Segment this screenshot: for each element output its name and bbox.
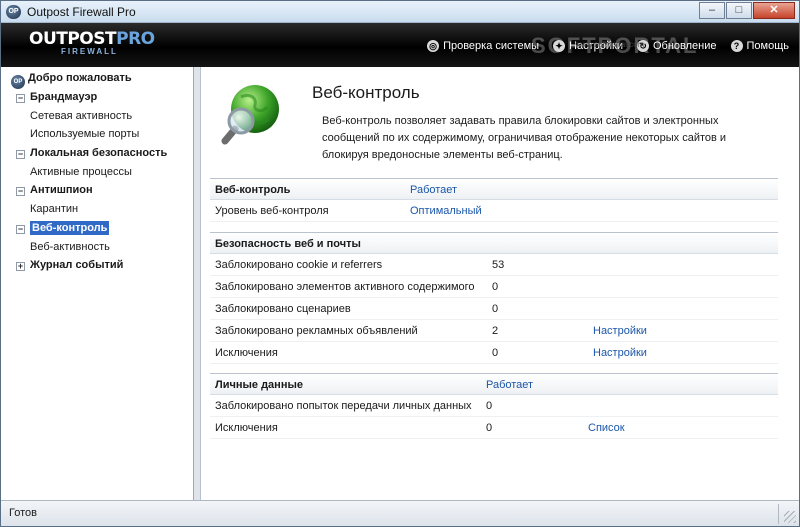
nav-item-welcome[interactable]: OP Добро пожаловать	[11, 69, 132, 89]
row-value: 0	[492, 281, 499, 293]
main-panel: Веб-контроль Веб-контроль позволяет зада…	[202, 67, 799, 500]
exclusions-settings-link[interactable]: Настройки	[593, 342, 647, 364]
table-row: Заблокировано элементов активного содерж…	[210, 276, 778, 298]
page-header: Веб-контроль Веб-контроль позволяет зада…	[202, 67, 799, 172]
section-title: Безопасность веб и почты	[215, 238, 361, 250]
nav-item-local-security[interactable]: − Локальная безопасность	[16, 144, 167, 162]
collapse-icon[interactable]: −	[16, 150, 25, 159]
status-separator	[778, 504, 779, 524]
toolbar: OUTPOSTPRO FIREWALL SOFTPORTAL ◎ Проверк…	[1, 23, 799, 67]
table-row: Заблокировано рекламных объявлений 2 Нас…	[210, 320, 778, 342]
product-logo: OUTPOSTPRO FIREWALL	[29, 29, 155, 56]
toolbar-scan-label: Проверка системы	[443, 40, 540, 52]
logo-text-accent: PRO	[116, 29, 155, 49]
app-window: OP Outpost Firewall Pro ‒ □ ✕ OUTPOSTPRO…	[0, 0, 800, 527]
section-web-control: Веб-контроль Работает Уровень веб-контро…	[210, 178, 778, 222]
nav-item-network-activity[interactable]: Сетевая активность	[30, 107, 132, 125]
row-value: 0	[492, 303, 499, 315]
close-button[interactable]: ✕	[753, 2, 795, 19]
nav-item-antispyware[interactable]: − Антишпион	[16, 181, 93, 199]
row-label: Исключения	[215, 422, 278, 434]
table-row: Заблокировано попыток передачи личных да…	[210, 395, 778, 417]
navigation-tree: OP Добро пожаловать − Брандмауэр Сетевая а…	[7, 67, 194, 500]
collapse-icon[interactable]: −	[16, 187, 25, 196]
maximize-button[interactable]: □	[726, 2, 752, 19]
section-header: Безопасность веб и почты	[210, 232, 778, 254]
window-controls: ‒ □ ✕	[698, 2, 795, 20]
section-personal-data: Личные данные Работает Заблокировано поп…	[210, 373, 778, 439]
nav-item-active-processes[interactable]: Активные процессы	[30, 163, 132, 181]
nav-item-web-control[interactable]: − Веб-контроль	[16, 219, 110, 237]
row-value: 53	[492, 259, 505, 271]
toolbar-update-button[interactable]: ↻ Обновление	[636, 40, 717, 52]
panel-splitter[interactable]	[194, 67, 201, 500]
section-header: Веб-контроль Работает	[210, 178, 778, 200]
logo-text-main: OUTPOST	[29, 29, 117, 49]
row-label: Заблокировано элементов активного содерж…	[215, 281, 475, 293]
title-bar[interactable]: OP Outpost Firewall Pro ‒ □ ✕	[1, 1, 799, 23]
toolbar-help-button[interactable]: ? Помощь	[730, 40, 790, 52]
control-level-link[interactable]: Оптимальный	[410, 200, 482, 222]
page-description: Веб-контроль позволяет задавать правила …	[322, 115, 727, 161]
exclusions-list-link[interactable]: Список	[588, 417, 625, 439]
toolbar-update-label: Обновление	[652, 40, 717, 52]
table-row: Уровень веб-контроля Оптимальный	[210, 200, 778, 222]
row-value: 2	[492, 325, 499, 337]
nav-item-event-log[interactable]: + Журнал событий	[16, 256, 123, 274]
help-icon: ?	[730, 40, 743, 52]
status-value[interactable]: Работает	[410, 179, 457, 201]
row-label: Заблокировано попыток передачи личных да…	[215, 400, 472, 412]
resize-grip-icon[interactable]	[784, 511, 796, 523]
nav-item-firewall[interactable]: − Брандмауэр	[16, 88, 97, 106]
row-value: 0	[492, 347, 499, 359]
collapse-icon[interactable]: −	[16, 225, 25, 234]
status-value[interactable]: Работает	[486, 374, 533, 396]
row-value: 0	[486, 422, 493, 434]
watermark-url: www.softportal.com	[575, 40, 645, 49]
window-title: Outpost Firewall Pro	[27, 5, 136, 19]
web-control-globe-icon	[221, 85, 279, 145]
nav-item-used-ports[interactable]: Используемые порты	[30, 125, 139, 143]
row-label: Уровень веб-контроля	[215, 205, 329, 217]
section-title: Веб-контроль	[215, 184, 291, 196]
row-label: Заблокировано рекламных объявлений	[215, 325, 418, 337]
page-title: Веб-контроль	[312, 83, 420, 102]
toolbar-help-label: Помощь	[746, 40, 790, 52]
expand-icon[interactable]: +	[16, 262, 25, 271]
row-value: 0	[486, 400, 493, 412]
status-bar: Готов	[1, 500, 799, 526]
table-row: Исключения 0 Список	[210, 417, 778, 439]
section-title: Личные данные	[215, 379, 303, 391]
table-row: Исключения 0 Настройки	[210, 342, 778, 364]
welcome-icon: OP	[11, 75, 25, 89]
nav-item-web-activity[interactable]: Веб-активность	[30, 238, 110, 256]
ads-settings-link[interactable]: Настройки	[593, 320, 647, 342]
nav-item-quarantine[interactable]: Карантин	[30, 200, 78, 218]
toolbar-scan-button[interactable]: ◎ Проверка системы	[427, 40, 539, 52]
table-row: Заблокировано cookie и referrers 53	[210, 254, 778, 276]
section-header: Личные данные Работает	[210, 373, 778, 395]
settings-icon: ✦	[553, 40, 566, 52]
app-icon: OP	[6, 5, 21, 19]
scan-icon: ◎	[427, 40, 440, 52]
section-web-mail-security: Безопасность веб и почты Заблокировано c…	[210, 232, 778, 364]
row-label: Заблокировано сценариев	[215, 303, 351, 315]
row-label: Исключения	[215, 347, 278, 359]
row-label: Заблокировано cookie и referrers	[215, 259, 383, 271]
table-row: Заблокировано сценариев 0	[210, 298, 778, 320]
collapse-icon[interactable]: −	[16, 94, 25, 103]
minimize-button[interactable]: ‒	[699, 2, 725, 19]
status-text: Готов	[9, 507, 37, 519]
